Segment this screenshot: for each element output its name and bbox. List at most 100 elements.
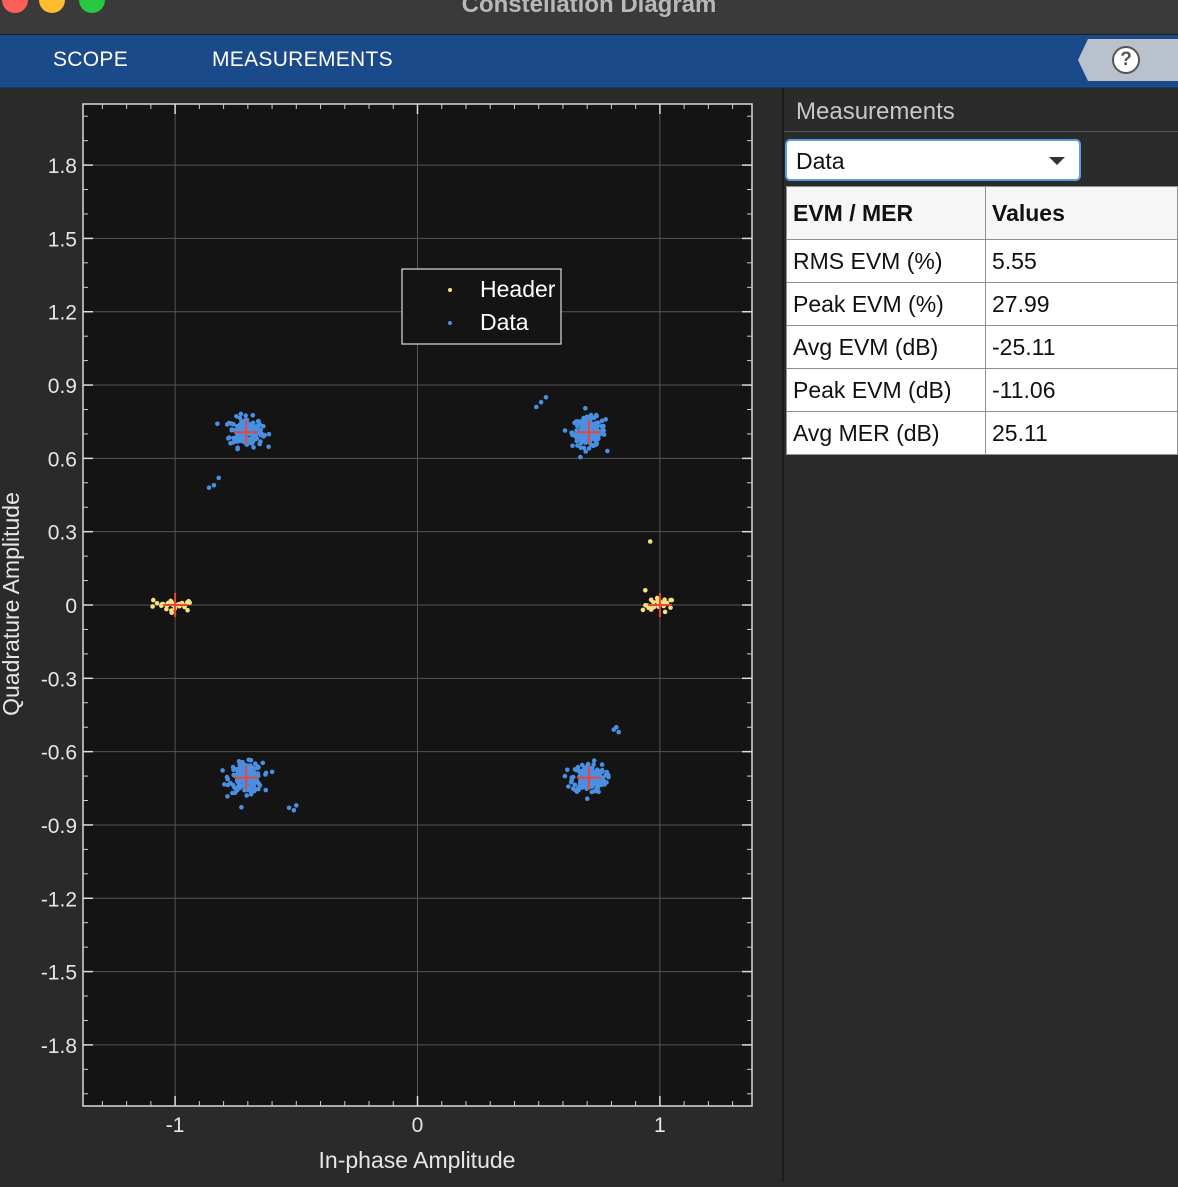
header-point: [643, 588, 648, 593]
data-point: [538, 399, 544, 405]
data-point: [534, 404, 539, 410]
data-point: [231, 435, 236, 441]
data-point: [543, 395, 549, 400]
legend[interactable]: Header Data: [401, 268, 562, 345]
header-point: [169, 608, 174, 613]
y-tick-label: -1.8: [41, 1035, 77, 1058]
tab-scope[interactable]: SCOPE: [53, 48, 128, 72]
data-point: [228, 780, 233, 786]
measurements-title: Measurements: [796, 98, 955, 125]
legend-header-label: Header: [480, 276, 556, 302]
data-point: [266, 431, 272, 437]
plot-area: -1 0 1 1.8 1.5 1.2 0.9 0.6 0.3 0 -0.3 -0.6 -0.9 -1.2 -…: [0, 88, 782, 1182]
help-button[interactable]: ?: [1078, 39, 1178, 81]
data-point: [258, 432, 264, 438]
data-point: [591, 758, 597, 763]
column-header-values[interactable]: Values: [985, 186, 1178, 240]
data-point: [249, 441, 255, 446]
data-point: [215, 421, 220, 427]
tab-measurements[interactable]: MEASUREMENTS: [212, 48, 393, 72]
data-point: [286, 805, 292, 811]
data-point: [263, 787, 269, 793]
data-point: [576, 433, 582, 439]
data-point: [254, 765, 260, 771]
signal-selector-value: Data: [796, 148, 845, 174]
data-point: [239, 805, 244, 810]
legend-header-marker: [448, 288, 452, 292]
data-point: [236, 784, 241, 789]
data-point: [601, 428, 606, 433]
data-point: [206, 485, 212, 491]
toolstrip: SCOPE MEASUREMENTS ?: [0, 35, 1178, 88]
data-point: [224, 422, 230, 427]
data-point: [585, 796, 590, 801]
y-tick-label: 0.3: [48, 522, 77, 545]
row-value: 27.99: [985, 282, 1178, 326]
legend-data-label: Data: [480, 309, 529, 335]
data-point: [590, 426, 595, 432]
data-point: [575, 419, 580, 424]
column-header-evm-mer[interactable]: EVM / MER: [786, 186, 986, 240]
data-point: [582, 416, 588, 421]
data-point: [216, 475, 221, 481]
question-mark-icon: ?: [1112, 46, 1140, 74]
data-point: [570, 786, 576, 791]
data-point: [599, 762, 605, 767]
y-tick-label: -0.3: [41, 668, 77, 691]
data-point: [597, 782, 603, 788]
signal-selector-dropdown[interactable]: Data: [785, 139, 1081, 181]
data-point: [235, 446, 240, 452]
data-point: [565, 767, 570, 773]
table-row: Peak EVM (%) 27.99: [786, 282, 1178, 326]
data-point: [235, 768, 241, 774]
data-point: [599, 767, 605, 773]
data-point: [595, 771, 600, 777]
data-point: [579, 762, 585, 768]
data-point: [241, 783, 246, 788]
data-point: [574, 438, 580, 444]
data-point: [248, 763, 253, 768]
data-point: [594, 442, 599, 447]
data-point: [574, 789, 580, 794]
constellation-chart[interactable]: -1 0 1 1.8 1.5 1.2 0.9 0.6 0.3 0 -0.3 -0.6 -0.9 -1.2 -…: [0, 88, 782, 1182]
y-tick-label: 0.9: [48, 375, 77, 398]
x-axis-label: In-phase Amplitude: [319, 1147, 516, 1173]
y-tick-label: -1.5: [41, 962, 77, 985]
row-label: Peak EVM (%): [786, 282, 986, 326]
data-point: [243, 413, 248, 418]
data-point: [294, 803, 299, 808]
header-point: [662, 597, 667, 602]
y-axis-label: Quadrature Amplitude: [0, 492, 24, 716]
table-header-row: EVM / MER Values: [786, 186, 1178, 240]
data-point: [596, 789, 601, 795]
row-label: Peak EVM (dB): [786, 368, 986, 412]
y-tick-label: 1.8: [48, 155, 77, 178]
table-row: Avg EVM (dB) -25.11: [786, 325, 1178, 369]
data-point: [566, 784, 571, 789]
data-point: [291, 808, 297, 813]
data-point: [595, 767, 600, 772]
table-row: RMS EVM (%) 5.55: [786, 239, 1178, 283]
data-point: [611, 727, 617, 732]
header-point: [154, 601, 160, 606]
y-tick-label: -0.6: [41, 742, 77, 765]
row-label: Avg MER (dB): [786, 411, 986, 455]
data-point: [578, 454, 583, 460]
data-point: [236, 433, 242, 439]
header-point: [647, 539, 653, 544]
data-point: [269, 769, 275, 775]
row-value: 5.55: [985, 239, 1178, 283]
data-point: [240, 764, 246, 769]
table-row: Peak EVM (dB) -11.06: [786, 368, 1178, 412]
data-point: [248, 791, 254, 797]
data-point: [570, 443, 575, 449]
data-point: [562, 773, 568, 779]
data-point: [237, 424, 243, 429]
row-value: -11.06: [985, 368, 1178, 412]
data-point: [234, 414, 239, 419]
data-point: [229, 421, 234, 426]
data-point: [250, 435, 255, 441]
data-point: [601, 432, 607, 437]
window-title: Constellation Diagram: [461, 0, 717, 18]
header-point: [648, 597, 654, 603]
